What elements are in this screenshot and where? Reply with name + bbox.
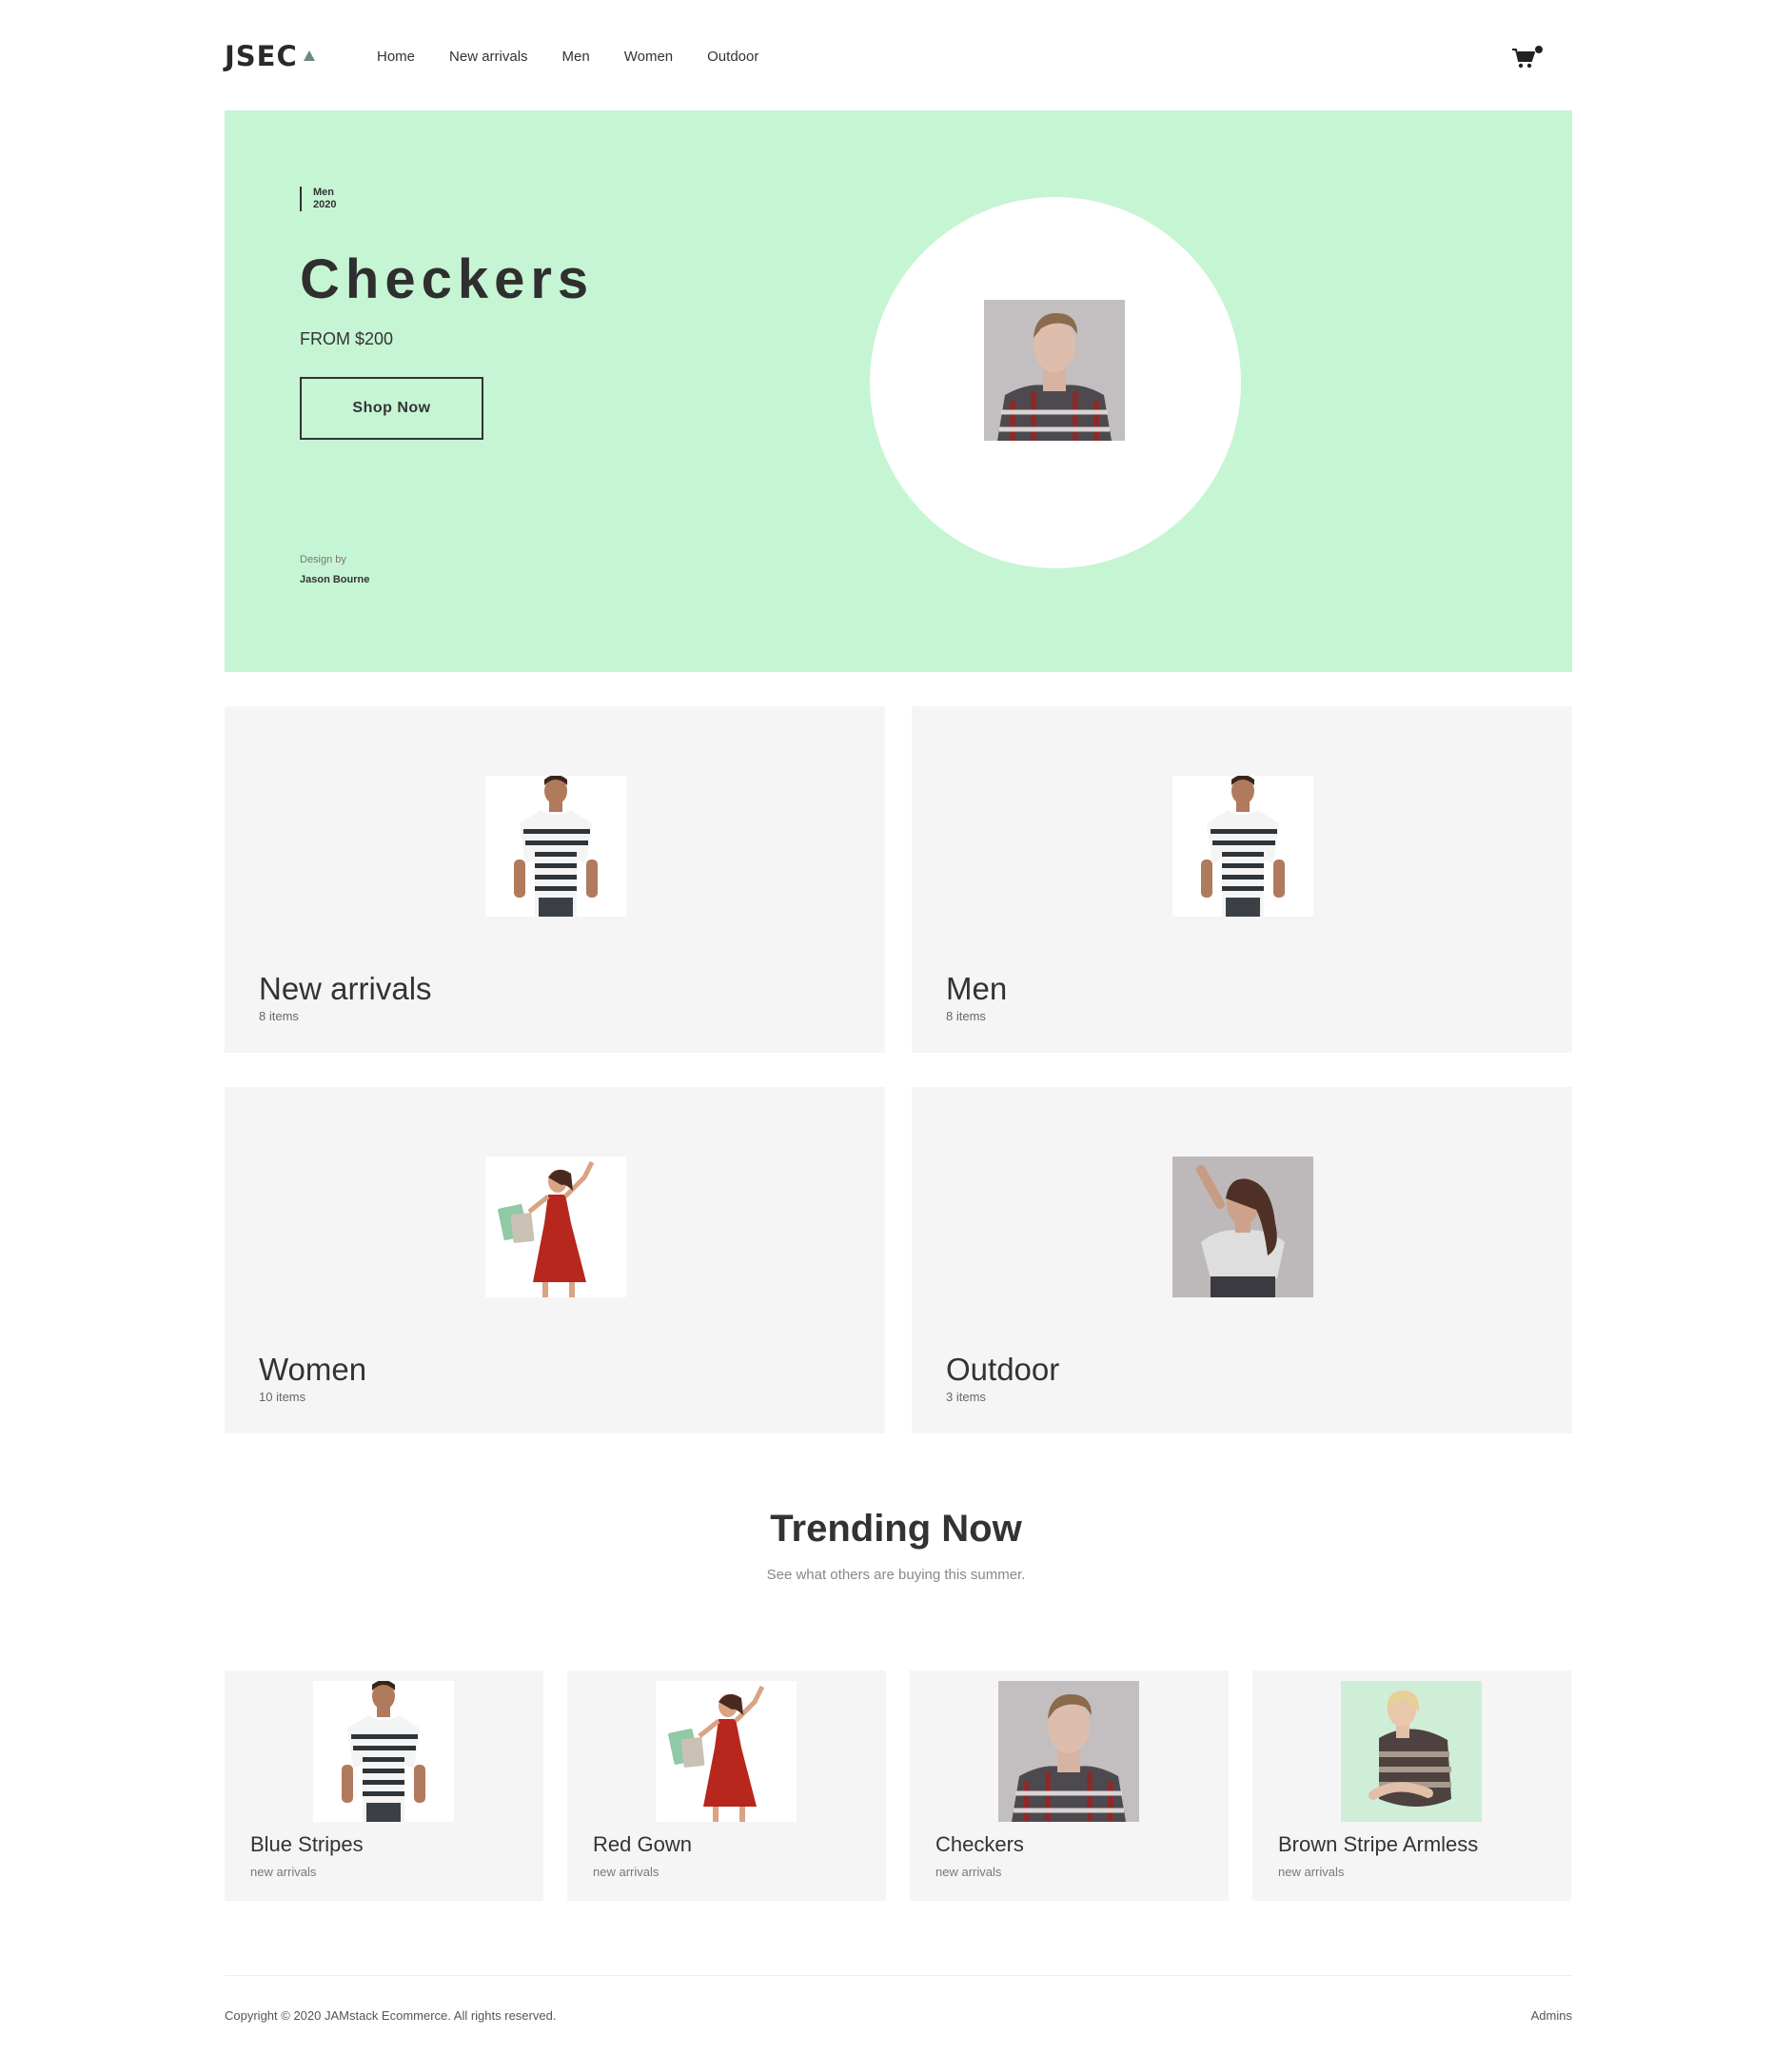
- hero-product-image[interactable]: [984, 300, 1125, 441]
- triangle-icon: [303, 49, 315, 61]
- category-count: 8 items: [259, 1009, 299, 1023]
- category-count: 8 items: [946, 1009, 986, 1023]
- category-name: New arrivals: [259, 971, 432, 1006]
- hero-price: FROM $200: [300, 329, 394, 348]
- trending-title: Trending Now: [770, 1508, 1022, 1550]
- category-image: [1172, 776, 1313, 917]
- designer-name: Jason Bourne: [300, 574, 370, 585]
- product-name: Red Gown: [593, 1832, 692, 1856]
- product-name: Brown Stripe Armless: [1278, 1832, 1479, 1856]
- nav-men[interactable]: Men: [562, 49, 590, 65]
- shop-now-button[interactable]: Shop Now: [300, 377, 483, 440]
- nav-women[interactable]: Women: [624, 49, 673, 65]
- product-card-brown-stripe-armless[interactable]: Brown Stripe Armless new arrivals: [1252, 1670, 1571, 1901]
- site-header: JSEC Home New arrivals Men Women Outdoor: [225, 36, 1570, 74]
- product-category: new arrivals: [935, 1865, 1002, 1879]
- admins-link[interactable]: Admins: [1531, 2008, 1572, 2023]
- cart-button[interactable]: [1511, 46, 1544, 70]
- category-image: [485, 1156, 626, 1297]
- copyright-text: Copyright © 2020 JAMstack Ecommerce. All…: [225, 2008, 557, 2023]
- main-nav: Home New arrivals Men Women Outdoor: [377, 49, 793, 65]
- category-image: [485, 776, 626, 917]
- product-name: Checkers: [935, 1832, 1024, 1856]
- category-name: Women: [259, 1352, 367, 1387]
- product-category: new arrivals: [1278, 1865, 1345, 1879]
- category-image: [1172, 1156, 1313, 1297]
- hero-title: Checkers: [300, 248, 595, 310]
- design-by-label: Design by: [300, 554, 346, 565]
- cart-badge: [1535, 46, 1543, 53]
- product-card-red-gown[interactable]: Red Gown new arrivals: [567, 1670, 886, 1901]
- nav-new-arrivals[interactable]: New arrivals: [449, 49, 528, 65]
- footer-divider: [225, 1975, 1572, 1976]
- category-card-women[interactable]: Women 10 items: [225, 1087, 885, 1433]
- product-image: [998, 1681, 1139, 1822]
- category-card-outdoor[interactable]: Outdoor 3 items: [912, 1087, 1572, 1433]
- product-card-blue-stripes[interactable]: Blue Stripes new arrivals: [225, 1670, 543, 1901]
- logo-text: JSEC: [225, 40, 298, 72]
- category-name: Outdoor: [946, 1352, 1060, 1387]
- logo[interactable]: JSEC: [225, 40, 315, 72]
- product-category: new arrivals: [593, 1865, 660, 1879]
- product-card-checkers[interactable]: Checkers new arrivals: [910, 1670, 1229, 1901]
- category-card-men[interactable]: Men 8 items: [912, 706, 1572, 1053]
- nav-home[interactable]: Home: [377, 49, 415, 65]
- product-image: [1341, 1681, 1482, 1822]
- nav-outdoor[interactable]: Outdoor: [707, 49, 758, 65]
- product-image: [656, 1681, 797, 1822]
- category-count: 10 items: [259, 1390, 306, 1404]
- product-image: [313, 1681, 454, 1822]
- category-card-new-arrivals[interactable]: New arrivals 8 items: [225, 706, 885, 1053]
- category-name: Men: [946, 971, 1008, 1006]
- hero-banner: Men 2020 Checkers FROM $200 Shop Now Des…: [225, 110, 1572, 672]
- product-category: new arrivals: [250, 1865, 317, 1879]
- hero-meta: Men 2020: [300, 187, 336, 211]
- hero-year: 2020: [313, 199, 337, 210]
- hero-category: Men: [313, 187, 334, 198]
- category-count: 3 items: [946, 1390, 986, 1404]
- trending-subtitle: See what others are buying this summer.: [766, 1567, 1026, 1583]
- product-name: Blue Stripes: [250, 1832, 364, 1856]
- cart-icon: [1512, 46, 1543, 69]
